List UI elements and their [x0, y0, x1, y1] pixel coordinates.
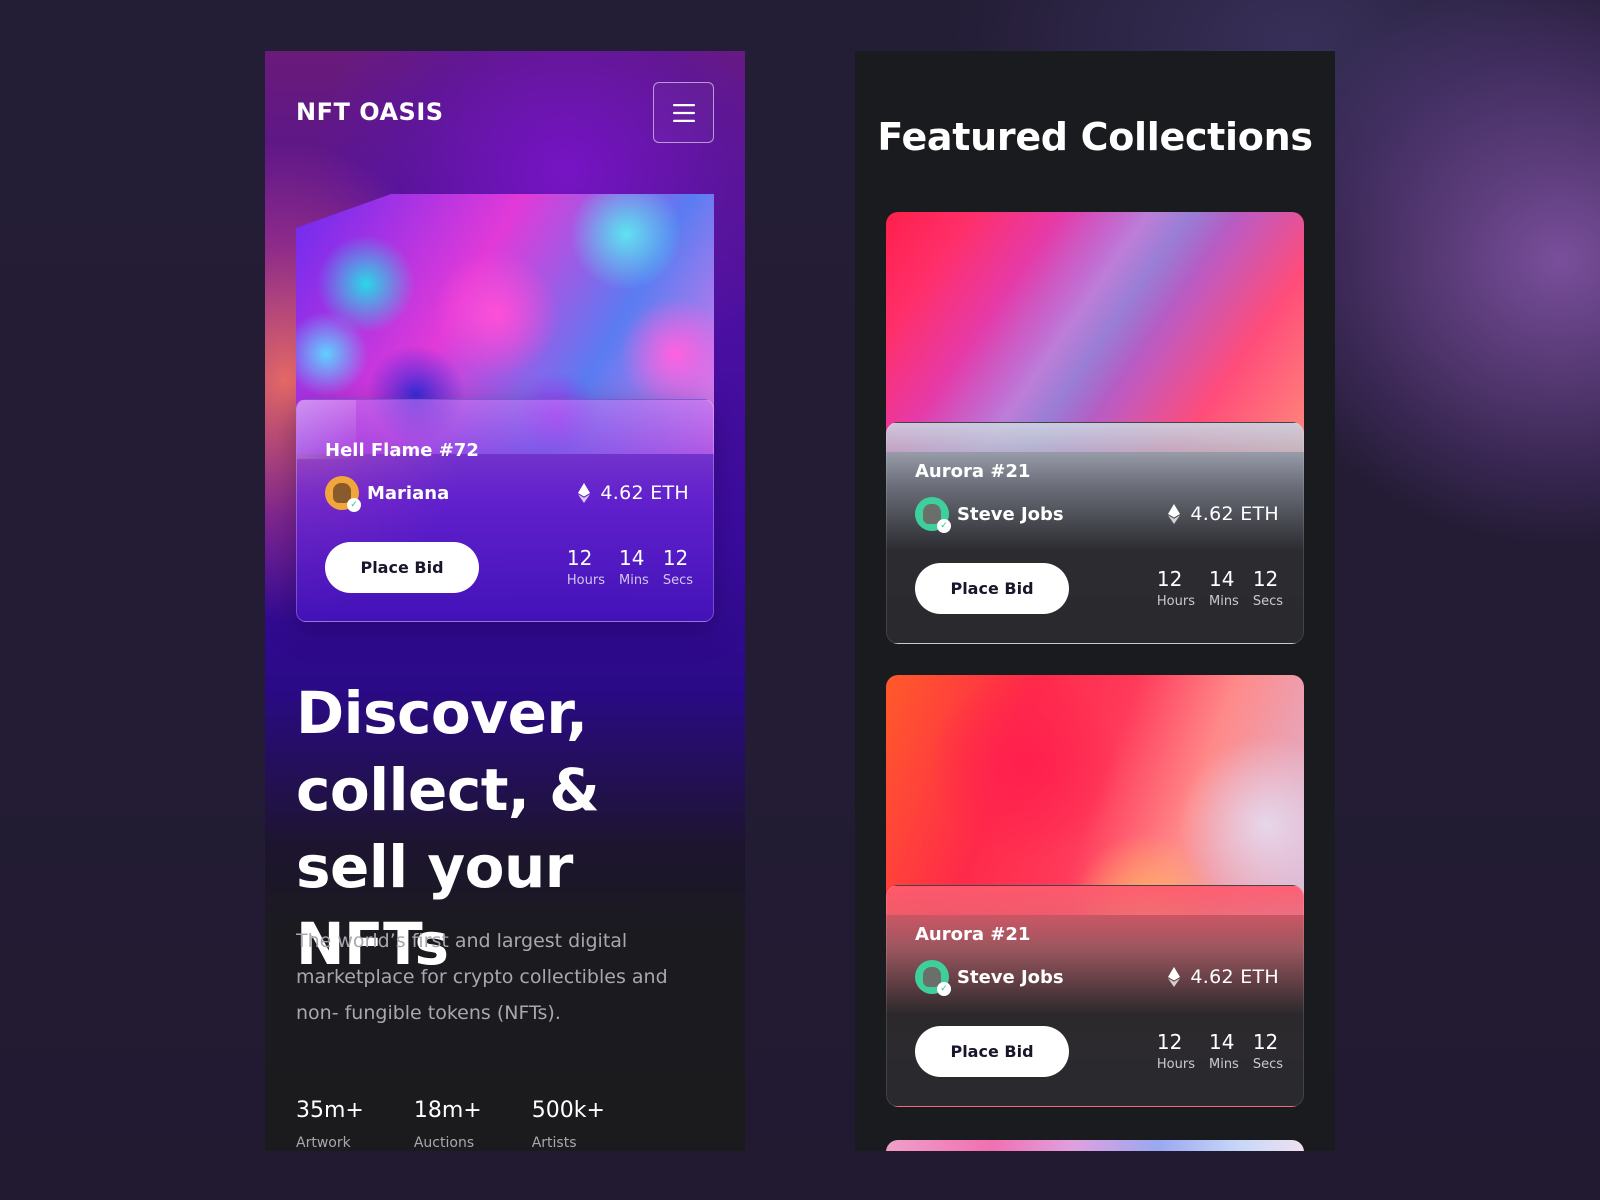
featured-collections-screen: Featured Collections Aurora #21 ✓ Steve … [855, 51, 1335, 1151]
timer-label: Secs [1252, 1057, 1283, 1072]
stat-label: Auctions [413, 1135, 475, 1151]
price: 4.62 ETH [1168, 966, 1279, 988]
place-bid-button[interactable]: Place Bid [915, 1026, 1069, 1077]
collection-info-panel: Aurora #21 ✓ Steve Jobs 4.62 ETH Place B… [886, 885, 1304, 1107]
timer-label: Mins [1208, 1057, 1239, 1072]
timer-value: 14 [618, 546, 645, 570]
hero-nft-card: Hell Flame #72 ✓ Mariana 4.62 ETH Place … [296, 399, 714, 622]
stat-label: Artwork [296, 1135, 351, 1151]
verified-check-icon: ✓ [347, 498, 361, 512]
price-value: 4.62 ETH [1190, 503, 1279, 525]
price-value: 4.62 ETH [1190, 966, 1279, 988]
price: 4.62 ETH [578, 482, 689, 504]
ethereum-icon [578, 483, 591, 503]
collection-artwork[interactable] [886, 212, 1304, 452]
page-background [0, 0, 1600, 1200]
timer-value: 12 [1252, 1030, 1279, 1054]
home-screen: NFT OASIS Hell Flame #72 ✓ Mariana 4.62 … [265, 51, 745, 1151]
timer-secs: 12 Secs [1253, 1030, 1283, 1074]
nft-title: Hell Flame #72 [325, 440, 479, 461]
timer-label: Mins [1208, 594, 1239, 609]
stat-value: 500k+ [531, 1098, 605, 1123]
timer-label: Secs [662, 573, 693, 588]
timer-label: Hours [1156, 594, 1195, 609]
timer-mins: 14 Mins [1209, 1030, 1239, 1074]
timer-hours: 12 Hours [567, 546, 605, 590]
menu-button[interactable] [653, 82, 714, 143]
verified-check-icon: ✓ [937, 982, 951, 996]
timer-label: Mins [618, 573, 649, 588]
stat-label: Artists [531, 1135, 577, 1151]
nft-title: Aurora #21 [915, 461, 1031, 482]
next-collection-card-peek[interactable] [886, 1140, 1304, 1151]
timer-value: 14 [1208, 1030, 1235, 1054]
section-title: Featured Collections [877, 115, 1313, 159]
owner-info[interactable]: ✓ Steve Jobs [915, 960, 1064, 996]
owner-name: Mariana [367, 482, 450, 504]
price-value: 4.62 ETH [600, 482, 689, 504]
timer-secs: 12 Secs [1253, 567, 1283, 611]
price: 4.62 ETH [1168, 503, 1279, 525]
owner-name: Steve Jobs [957, 966, 1064, 988]
timer-label: Secs [1252, 594, 1283, 609]
stats-row: 35m+ Artwork 18m+ Auctions 500k+ Artists [296, 1097, 655, 1151]
collection-card[interactable]: Aurora #21 ✓ Steve Jobs 4.62 ETH Place B… [886, 212, 1304, 644]
timer-label: Hours [1156, 1057, 1195, 1072]
stat-auctions: 18m+ Auctions [414, 1097, 482, 1151]
nft-title: Aurora #21 [915, 924, 1031, 945]
ethereum-icon [1168, 967, 1181, 987]
auction-timer: 12 Hours 14 Mins 12 Secs [1157, 1030, 1283, 1074]
top-bar: NFT OASIS [296, 82, 714, 143]
stat-artists: 500k+ Artists [532, 1097, 605, 1151]
timer-mins: 14 Mins [619, 546, 649, 590]
timer-value: 14 [1208, 567, 1235, 591]
owner-info[interactable]: ✓ Mariana [325, 476, 450, 512]
timer-value: 12 [566, 546, 593, 570]
auction-timer: 12 Hours 14 Mins 12 Secs [1157, 567, 1283, 611]
verified-check-icon: ✓ [937, 519, 951, 533]
timer-label: Hours [566, 573, 605, 588]
owner-avatar: ✓ [915, 497, 951, 533]
timer-value: 12 [1156, 567, 1183, 591]
auction-timer: 12 Hours 14 Mins 12 Secs [567, 546, 693, 590]
collection-artwork[interactable] [886, 675, 1304, 915]
timer-value: 12 [1156, 1030, 1183, 1054]
timer-mins: 14 Mins [1209, 567, 1239, 611]
place-bid-button[interactable]: Place Bid [915, 563, 1069, 614]
timer-value: 12 [1252, 567, 1279, 591]
hero-subtext: The world’s first and largest digital ma… [296, 930, 668, 1024]
stat-value: 35m+ [296, 1098, 364, 1123]
stat-value: 18m+ [413, 1098, 482, 1123]
owner-avatar: ✓ [915, 960, 951, 996]
collection-info-panel: Aurora #21 ✓ Steve Jobs 4.62 ETH Place B… [886, 422, 1304, 644]
owner-info[interactable]: ✓ Steve Jobs [915, 497, 1064, 533]
timer-hours: 12 Hours [1157, 1030, 1195, 1074]
owner-name: Steve Jobs [957, 503, 1064, 525]
hamburger-menu-icon [672, 103, 695, 122]
place-bid-button[interactable]: Place Bid [325, 542, 479, 593]
timer-value: 12 [662, 546, 689, 570]
brand-logo[interactable]: NFT OASIS [296, 98, 444, 126]
ethereum-icon [1168, 504, 1181, 524]
stat-artwork: 35m+ Artwork [296, 1097, 364, 1151]
owner-avatar: ✓ [325, 476, 361, 512]
timer-secs: 12 Secs [663, 546, 693, 590]
timer-hours: 12 Hours [1157, 567, 1195, 611]
collection-card[interactable]: Aurora #21 ✓ Steve Jobs 4.62 ETH Place B… [886, 675, 1304, 1107]
